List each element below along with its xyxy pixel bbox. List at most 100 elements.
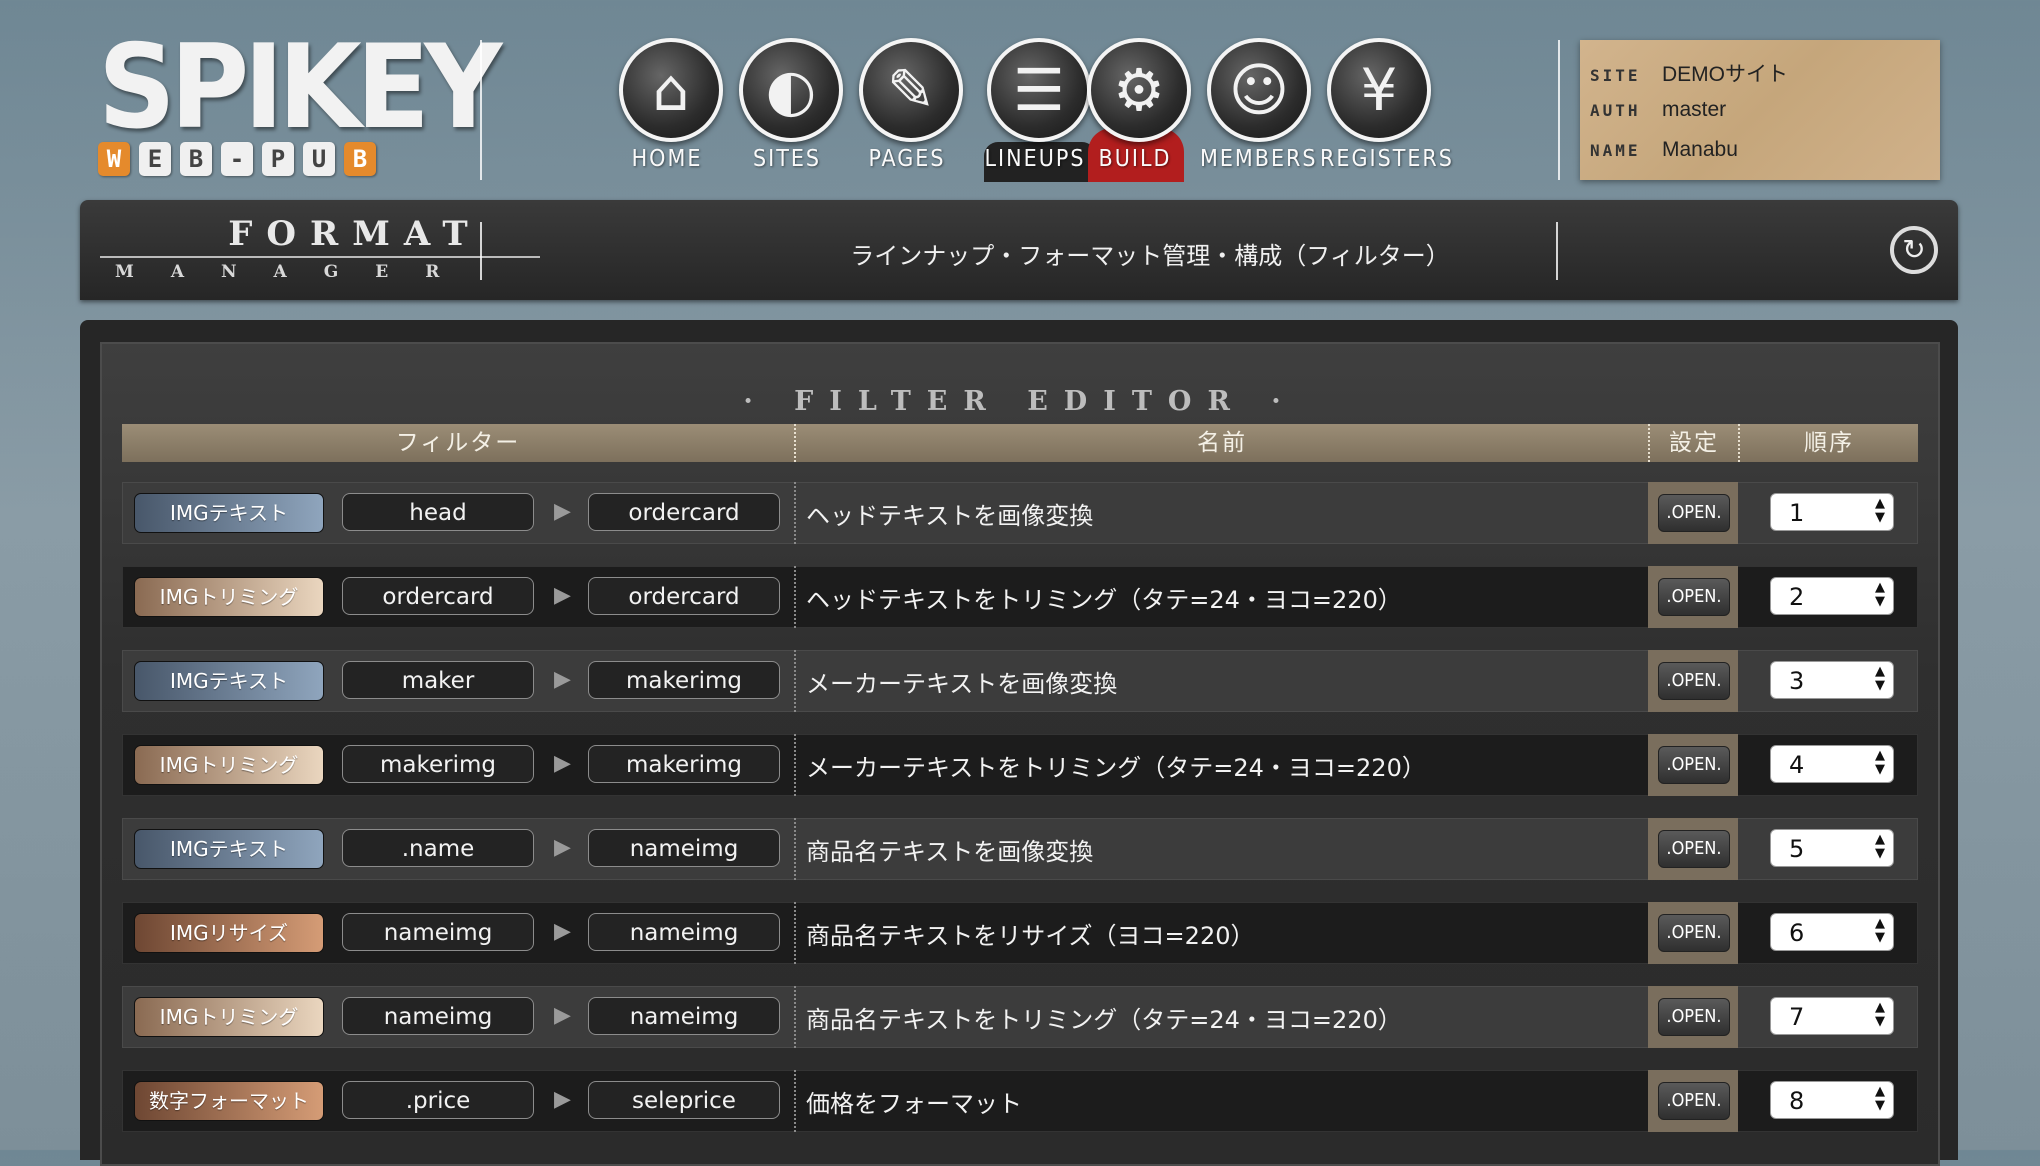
source-field[interactable]: maker: [342, 661, 534, 699]
table-row: IMGテキスト .name ▶ nameimg 商品名テキストを画像変換 .OP…: [122, 818, 1918, 880]
table-row: IMGトリミング makerimg ▶ makerimg メーカーテキストをトリ…: [122, 734, 1918, 796]
target-field[interactable]: ordercard: [588, 493, 780, 531]
order-select[interactable]: 3 ▲ ▼: [1770, 661, 1894, 699]
logo-letter: E: [139, 142, 171, 176]
manager-subtitle: MANAGER: [115, 262, 477, 282]
source-field[interactable]: ordercard: [342, 577, 534, 615]
logo-letter: W: [98, 142, 130, 176]
filter-type-button[interactable]: IMGリサイズ: [134, 913, 324, 953]
filter-name: ヘッドテキストをトリミング（タテ=24・ヨコ=220）: [806, 586, 1402, 614]
main-panel: · FILTER EDITOR · フィルター 名前 設定 順序 IMGテキスト…: [80, 320, 1958, 1166]
refresh-icon[interactable]: ↻: [1890, 226, 1938, 274]
open-button[interactable]: .OPEN.: [1658, 746, 1730, 784]
nav-home[interactable]: ⌂ HOME: [612, 38, 732, 184]
source-field[interactable]: nameimg: [342, 913, 534, 951]
order-select[interactable]: 5 ▲ ▼: [1770, 829, 1894, 867]
header-filter: フィルター: [395, 430, 521, 456]
target-field[interactable]: nameimg: [588, 997, 780, 1035]
filter-type-button[interactable]: IMGトリミング: [134, 577, 324, 617]
target-field[interactable]: ordercard: [588, 577, 780, 615]
arrow-right-icon: ▶: [554, 1087, 571, 1112]
filter-type-button[interactable]: IMGテキスト: [134, 661, 324, 701]
editor-title: · FILTER EDITOR ·: [743, 386, 1297, 417]
nav-label: PAGES: [868, 146, 946, 172]
session-info: SITE DEMOサイト AUTH master NAME Manabu: [1580, 40, 1940, 180]
source-field[interactable]: nameimg: [342, 997, 534, 1035]
source-field[interactable]: .price: [342, 1081, 534, 1119]
table-row: IMGテキスト maker ▶ makerimg メーカーテキストを画像変換 .…: [122, 650, 1918, 712]
logo-letter: B: [180, 142, 212, 176]
spinner-arrows-icon: ▲ ▼: [1875, 748, 1885, 777]
filter-type-button[interactable]: 数字フォーマット: [134, 1081, 324, 1121]
globe-icon: ◐: [739, 38, 843, 142]
source-field[interactable]: .name: [342, 829, 534, 867]
nav-pages[interactable]: ✎ PAGES: [852, 38, 972, 184]
setting-cell: .OPEN.: [1648, 1070, 1738, 1132]
setting-cell: .OPEN.: [1648, 566, 1738, 628]
nav-sites[interactable]: ◐ SITES: [732, 38, 852, 184]
filter-type-button[interactable]: IMGトリミング: [134, 997, 324, 1037]
source-field[interactable]: makerimg: [342, 745, 534, 783]
nav-label: HOME: [631, 146, 703, 172]
setting-cell: .OPEN.: [1648, 902, 1738, 964]
spinner-arrows-icon: ▲ ▼: [1875, 664, 1885, 693]
order-select[interactable]: 4 ▲ ▼: [1770, 745, 1894, 783]
table-row: IMGトリミング ordercard ▶ ordercard ヘッドテキストをト…: [122, 566, 1918, 628]
spinner-arrows-icon: ▲ ▼: [1875, 496, 1885, 525]
open-button[interactable]: .OPEN.: [1658, 914, 1730, 952]
open-button[interactable]: .OPEN.: [1658, 1082, 1730, 1120]
target-field[interactable]: makerimg: [588, 661, 780, 699]
order-select[interactable]: 6 ▲ ▼: [1770, 913, 1894, 951]
order-select[interactable]: 1 ▲ ▼: [1770, 493, 1894, 531]
open-button[interactable]: .OPEN.: [1658, 998, 1730, 1036]
arrow-right-icon: ▶: [554, 835, 571, 860]
filter-type-button[interactable]: IMGトリミング: [134, 745, 324, 785]
source-field[interactable]: head: [342, 493, 534, 531]
order-select[interactable]: 2 ▲ ▼: [1770, 577, 1894, 615]
order-select[interactable]: 7 ▲ ▼: [1770, 997, 1894, 1035]
target-field[interactable]: makerimg: [588, 745, 780, 783]
filter-type-button[interactable]: IMGテキスト: [134, 493, 324, 533]
arrow-right-icon: ▶: [554, 583, 571, 608]
open-button[interactable]: .OPEN.: [1658, 578, 1730, 616]
filter-name: 商品名テキストを画像変換: [806, 838, 1094, 866]
arrow-right-icon: ▶: [554, 667, 571, 692]
setting-cell: .OPEN.: [1648, 818, 1738, 880]
setting-cell: .OPEN.: [1648, 734, 1738, 796]
header-name: 名前: [1197, 430, 1247, 456]
open-button[interactable]: .OPEN.: [1658, 494, 1730, 532]
nav-members[interactable]: ☺ MEMBERS: [1200, 38, 1320, 184]
target-field[interactable]: nameimg: [588, 913, 780, 951]
header-divider: [480, 40, 482, 180]
filter-name: 価格をフォーマット: [806, 1090, 1022, 1118]
table-row: 数字フォーマット .price ▶ seleprice 価格をフォーマット .O…: [122, 1070, 1918, 1132]
spikey-logo[interactable]: SPIKEY W E B - P U B: [98, 30, 502, 180]
home-icon: ⌂: [619, 38, 723, 142]
spinner-arrows-icon: ▲ ▼: [1875, 1084, 1885, 1113]
nav-label: LINEUPS: [984, 146, 1086, 172]
spinner-arrows-icon: ▲ ▼: [1875, 832, 1885, 861]
open-button[interactable]: .OPEN.: [1658, 662, 1730, 700]
arrow-right-icon: ▶: [554, 1003, 571, 1028]
nav-build[interactable]: ⚙ BUILD: [1080, 38, 1200, 184]
info-name: NAME Manabu: [1590, 138, 1738, 161]
filter-type-button[interactable]: IMGテキスト: [134, 829, 324, 869]
spinner-arrows-icon: ▲ ▼: [1875, 580, 1885, 609]
filter-editor: · FILTER EDITOR · フィルター 名前 設定 順序 IMGテキスト…: [100, 342, 1940, 1166]
nav-registers[interactable]: ¥ REGISTERS: [1320, 38, 1454, 184]
logo-letter: P: [262, 142, 294, 176]
spinner-arrows-icon: ▲ ▼: [1875, 1000, 1885, 1029]
open-button[interactable]: .OPEN.: [1658, 830, 1730, 868]
setting-cell: .OPEN.: [1648, 482, 1738, 544]
nav-label: SITES: [752, 146, 822, 172]
target-field[interactable]: seleprice: [588, 1081, 780, 1119]
order-select[interactable]: 8 ▲ ▼: [1770, 1081, 1894, 1119]
title-divider: [1556, 222, 1558, 280]
target-field[interactable]: nameimg: [588, 829, 780, 867]
filter-name: 商品名テキストをトリミング（タテ=24・ヨコ=220）: [806, 1006, 1402, 1034]
yen-icon: ¥: [1327, 38, 1431, 142]
table-row: IMGリサイズ nameimg ▶ nameimg 商品名テキストをリサイズ（ヨ…: [122, 902, 1918, 964]
header-divider: [1558, 40, 1560, 180]
nav-label: BUILD: [1098, 146, 1172, 172]
nav-label: REGISTERS: [1320, 146, 1454, 172]
